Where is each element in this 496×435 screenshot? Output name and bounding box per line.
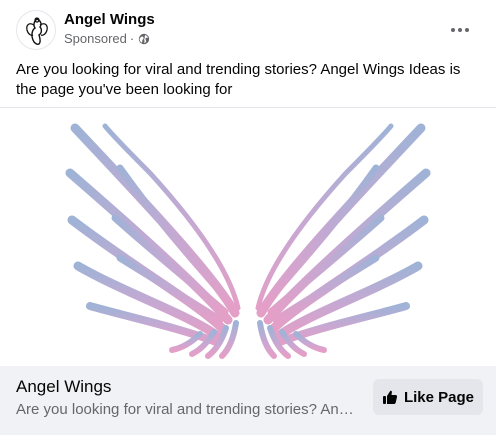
like-page-button[interactable]: Like Page — [373, 379, 483, 415]
more-options-icon[interactable] — [446, 16, 474, 44]
meta-separator: · — [129, 31, 135, 46]
angel-logo-icon — [26, 17, 48, 45]
post-image[interactable] — [0, 107, 496, 366]
sponsored-post: Angel Wings Sponsored · Are you looking … — [0, 0, 496, 435]
post-header: Angel Wings Sponsored · — [16, 10, 482, 50]
post-message: Are you looking for viral and trending s… — [16, 61, 461, 98]
link-card-footer[interactable]: Angel Wings Are you looking for viral an… — [0, 366, 496, 435]
angel-wings-illustration — [65, 123, 431, 359]
page-avatar[interactable] — [16, 10, 56, 50]
page-name-link[interactable]: Angel Wings — [64, 11, 155, 28]
link-card-title[interactable]: Angel Wings — [16, 377, 111, 397]
globe-icon[interactable] — [138, 33, 150, 45]
thumbs-up-icon — [382, 389, 398, 405]
link-card-description: Are you looking for viral and trending s… — [16, 401, 356, 418]
sponsored-label[interactable]: Sponsored — [64, 31, 127, 46]
post-meta: Sponsored · — [64, 31, 150, 46]
like-page-label: Like Page — [403, 388, 475, 406]
